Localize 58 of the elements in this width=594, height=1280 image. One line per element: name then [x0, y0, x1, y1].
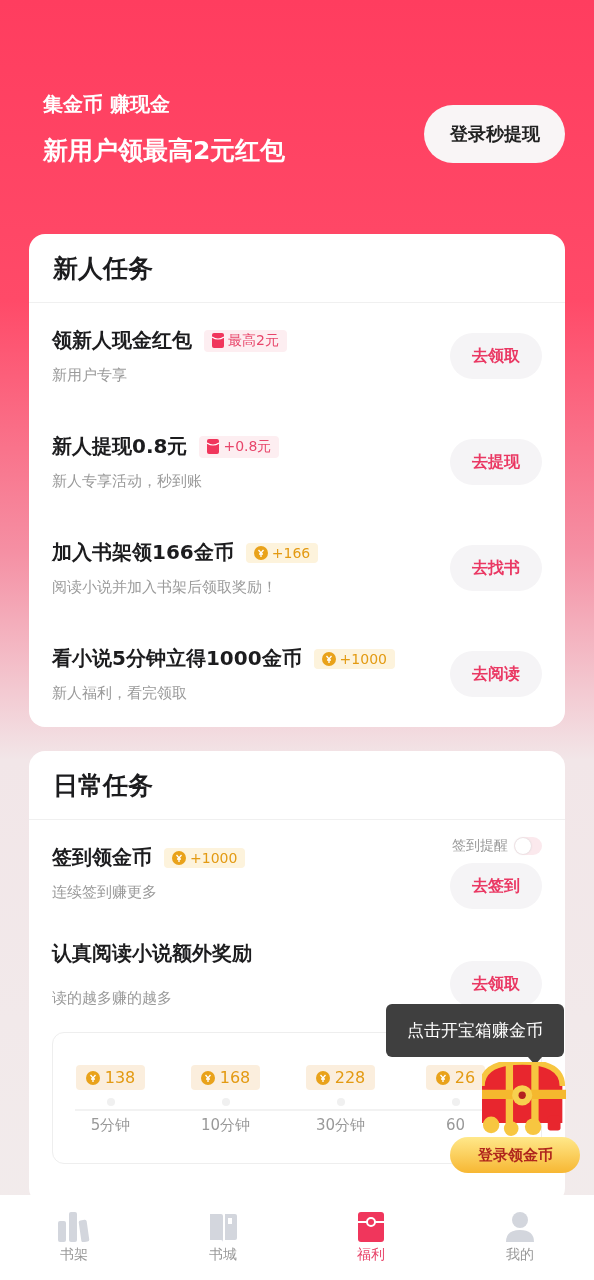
coin-reward: 228	[305, 1065, 376, 1090]
nav-tab[interactable]: 书城	[148, 1195, 297, 1280]
task-button[interactable]: 去签到	[450, 863, 542, 909]
milestone-time: 60	[445, 1116, 466, 1134]
coin-icon	[435, 1070, 450, 1085]
task-button[interactable]: 去提现	[450, 439, 542, 485]
reward-tag: +1000	[313, 648, 395, 669]
milestone-time: 10分钟	[200, 1116, 251, 1135]
nav-tab[interactable]: 我的	[445, 1195, 594, 1280]
task-title: 认真阅读小说额外奖励	[52, 940, 252, 967]
section-title: 新人任务	[29, 234, 565, 303]
coin-reward: 138	[75, 1065, 146, 1090]
task-title: 加入书架领166金币	[52, 539, 234, 566]
coin-icon	[172, 850, 186, 865]
envelope-icon	[207, 439, 220, 454]
task-title: 新人提现0.8元	[52, 433, 188, 460]
nav-tab[interactable]: 书架	[0, 1195, 149, 1280]
coin-icon	[200, 1070, 215, 1085]
login-coins-button[interactable]: 登录领金币	[450, 1137, 580, 1173]
milestone-time: 30分钟	[315, 1116, 366, 1135]
coin-icon	[85, 1070, 100, 1085]
reward-tag: +0.8元	[199, 435, 280, 458]
headline: 新用户领最高2元红包	[43, 135, 286, 167]
envelope-icon	[212, 333, 224, 348]
task-title: 领新人现金红包	[52, 327, 192, 354]
task-subtitle: 阅读小说并加入书架后领取奖励！	[52, 578, 278, 597]
task-button[interactable]: 去领取	[450, 333, 542, 379]
task-subtitle: 新人福利，看完领取	[52, 684, 188, 703]
envelope-icon	[358, 1211, 385, 1242]
reward-tag: +166	[245, 542, 319, 563]
login-button[interactable]: 登录秒提现	[424, 105, 565, 163]
reminder-label: 签到提醒	[452, 837, 508, 855]
treasure-chest-drawing[interactable]	[482, 1062, 566, 1136]
coin-icon	[315, 1070, 330, 1085]
bookshelf-icon	[58, 1211, 91, 1242]
coin-reward: 168	[190, 1065, 261, 1090]
task-button[interactable]: 去阅读	[450, 651, 542, 697]
task-button[interactable]: 去领取	[450, 961, 542, 1007]
reward-tag: +1000	[164, 847, 246, 868]
task-subtitle: 读的越多赚的越多	[52, 989, 173, 1008]
task-subtitle: 连续签到赚更多	[52, 883, 158, 902]
task-subtitle: 新用户专享	[52, 366, 128, 385]
reward-tag: 最高2元	[204, 329, 287, 352]
section-title: 日常任务	[29, 751, 565, 820]
book-icon	[207, 1211, 238, 1242]
reminder-toggle[interactable]	[514, 837, 542, 855]
person-icon	[505, 1211, 534, 1242]
coin-icon	[253, 545, 268, 560]
task-title: 签到领金币	[52, 844, 152, 871]
nav-tab[interactable]: 福利	[297, 1195, 446, 1280]
milestone-time: 5分钟	[90, 1116, 131, 1135]
tooltip: 点击开宝箱赚金币	[386, 1004, 564, 1057]
task-subtitle: 新人专享活动，秒到账	[52, 472, 203, 491]
coin-icon	[321, 651, 336, 666]
coin-reward: 26	[425, 1065, 486, 1090]
slogan: 集金币 赚现金	[43, 91, 171, 118]
task-title: 看小说5分钟立得1000金币	[52, 645, 302, 672]
task-button[interactable]: 去找书	[450, 545, 542, 591]
